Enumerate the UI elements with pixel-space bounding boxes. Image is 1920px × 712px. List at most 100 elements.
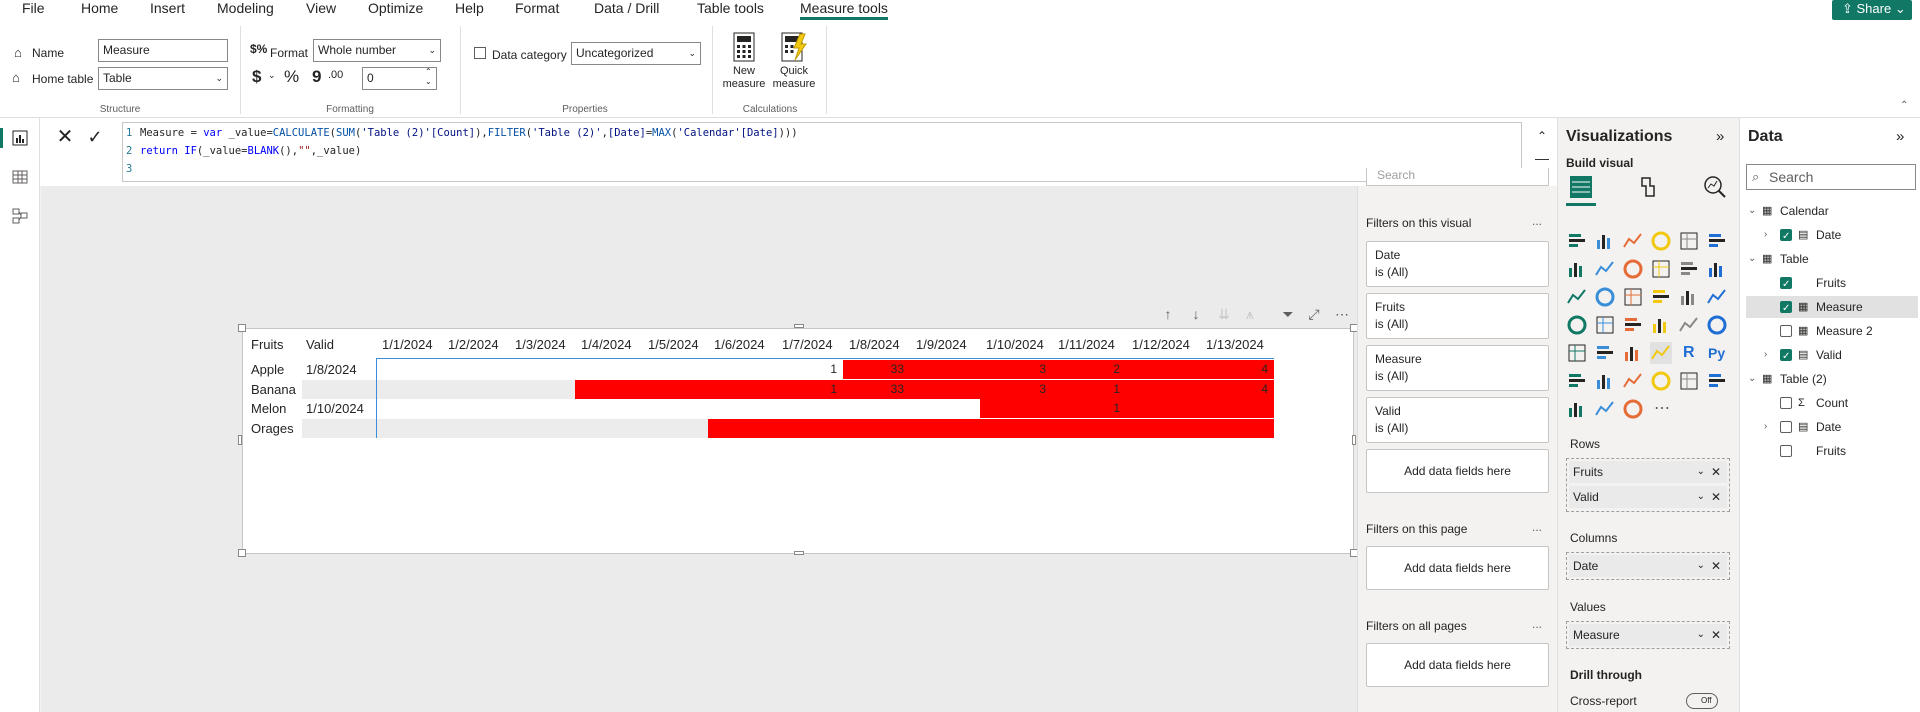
matrix-cell[interactable]: 1 [776,380,843,399]
spinner-icon[interactable]: ⌃ ⌄ [425,67,432,87]
chevron-down-icon[interactable]: ⌄ [1697,486,1705,508]
matrix-icon[interactable] [1650,342,1672,364]
row-label-fruit[interactable]: Apple [251,360,284,379]
matrix-cell[interactable] [708,380,776,399]
matrix-cell[interactable] [1126,380,1200,399]
remove-field-icon[interactable]: ✕ [1711,486,1721,508]
matrix-cell[interactable]: 3 [980,360,1052,379]
matrix-cell[interactable]: 33 [843,380,910,399]
menu-home[interactable]: Home [81,0,118,20]
remove-field-icon[interactable]: ✕ [1711,461,1721,483]
comma-button[interactable]: 9 [312,67,321,87]
add-page-filter-dropzone[interactable]: Add data fields here [1366,546,1549,590]
matrix-cell[interactable] [776,399,843,418]
dax-editor[interactable]: 1 Measure = var _value=CALCULATE(SUM('Tab… [122,122,1522,182]
matrix-cell[interactable] [1126,399,1200,418]
menu-view[interactable]: View [306,0,336,20]
more-options-icon[interactable]: ... [1532,617,1542,631]
area-chart-icon[interactable] [1594,258,1616,280]
measure-name-input[interactable]: Measure [98,39,228,62]
matrix-cell[interactable] [509,360,575,379]
line-clustered-column-icon[interactable] [1678,258,1700,280]
more-options-icon[interactable]: ... [1532,520,1542,534]
resize-handle[interactable] [238,324,246,332]
columns-well[interactable]: Date ⌄ ✕ [1566,552,1730,580]
matrix-cell[interactable] [1126,360,1200,379]
matrix-cell[interactable] [843,399,910,418]
matrix-cell[interactable]: 33 [843,360,910,379]
field-node[interactable]: › ▤ Date [1746,224,1918,248]
clustered-column-chart-icon[interactable] [1650,230,1672,252]
matrix-cell[interactable] [509,399,575,418]
share-button[interactable]: ⇪ Share ⌄ [1832,0,1912,20]
matrix-cell[interactable] [575,419,642,438]
chevron-right-icon[interactable]: › [1764,344,1767,366]
menu-insert[interactable]: Insert [150,0,185,20]
line-column-chart-icon[interactable] [1650,258,1672,280]
matrix-cell[interactable] [442,419,509,438]
chevron-down-icon[interactable]: ⌄ [1748,248,1756,270]
chevron-down-icon[interactable]: ⌄ [1697,624,1705,646]
well-field-fruits[interactable]: Fruits ⌄ ✕ [1569,461,1727,483]
build-visual-tab[interactable] [1566,174,1596,206]
table-node[interactable]: ⌄ ▦ Table (2) [1746,368,1918,390]
slicer-icon[interactable] [1594,342,1616,364]
r-visual-icon[interactable]: R [1678,342,1700,364]
matrix-cell[interactable] [708,419,776,438]
row-label-fruit[interactable]: Melon [251,399,286,418]
matrix-cell[interactable] [980,399,1052,418]
field-node[interactable]: Fruits [1746,440,1918,462]
resize-handle[interactable] [238,549,246,557]
matrix-cell[interactable] [980,419,1052,438]
matrix-cell[interactable] [1052,419,1126,438]
report-view-icon[interactable] [12,130,28,146]
home-table-select[interactable]: Table ⌄ [98,67,228,90]
row-header-valid[interactable]: Valid [306,336,334,354]
row-label-fruit[interactable]: Orages [251,419,294,438]
menu-help[interactable]: Help [455,0,484,20]
clustered-bar-chart-icon[interactable] [1622,230,1644,252]
field-checkbox[interactable] [1780,226,1792,248]
column-header[interactable]: 1/4/2024 [581,336,632,354]
well-field-measure[interactable]: Measure ⌄ ✕ [1569,624,1727,646]
100-bar-chart-icon[interactable] [1678,230,1700,252]
percent-button[interactable]: % [284,67,299,87]
matrix-cell[interactable] [910,360,980,379]
field-checkbox[interactable] [1780,421,1792,433]
currency-button[interactable]: $ [252,67,261,87]
matrix-cell[interactable] [1200,399,1274,418]
format-visual-tab[interactable] [1634,174,1664,206]
expand-next-level-icon[interactable]: ⩚ [1240,305,1260,325]
matrix-cell[interactable]: 3 [980,380,1052,399]
azure-map-icon[interactable] [1622,314,1644,336]
collapse-formula-icon[interactable]: ⌃ [1532,126,1552,146]
ribbon-chart-icon[interactable] [1706,258,1728,280]
filled-map-icon[interactable] [1594,314,1616,336]
field-checkbox[interactable] [1780,445,1792,457]
stacked-column-chart-icon[interactable] [1594,230,1616,252]
collapse-ribbon-icon[interactable]: ⌃ [1900,100,1908,111]
matrix-cell[interactable] [575,380,642,399]
funnel-chart-icon[interactable] [1594,286,1616,308]
matrix-cell[interactable] [376,419,442,438]
expand-all-down-icon[interactable]: ⇊ [1214,305,1234,325]
column-header[interactable]: 1/9/2024 [916,336,967,354]
power-apps-icon[interactable] [1566,398,1588,420]
more-options-icon[interactable]: ... [1532,214,1542,228]
new-measure-button[interactable]: New measure [722,24,766,102]
matrix-cell[interactable] [642,419,708,438]
filter-card-fruits[interactable]: Fruits is (All) [1366,293,1549,339]
matrix-cell[interactable]: 1 [776,360,843,379]
menu-modeling[interactable]: Modeling [217,0,274,20]
resize-handle[interactable] [238,435,242,445]
field-node[interactable]: › ▤ Valid [1746,344,1918,368]
kpi-icon[interactable] [1566,342,1588,364]
matrix-cell[interactable] [776,419,843,438]
field-checkbox[interactable] [1780,298,1792,320]
more-options-icon[interactable]: ⋯ [1332,305,1352,325]
field-checkbox[interactable] [1780,274,1792,296]
analytics-tab[interactable] [1700,174,1730,206]
treemap-icon[interactable] [1706,286,1728,308]
menu-table-tools[interactable]: Table tools [697,0,764,20]
commit-formula-icon[interactable]: ✓ [82,126,108,150]
